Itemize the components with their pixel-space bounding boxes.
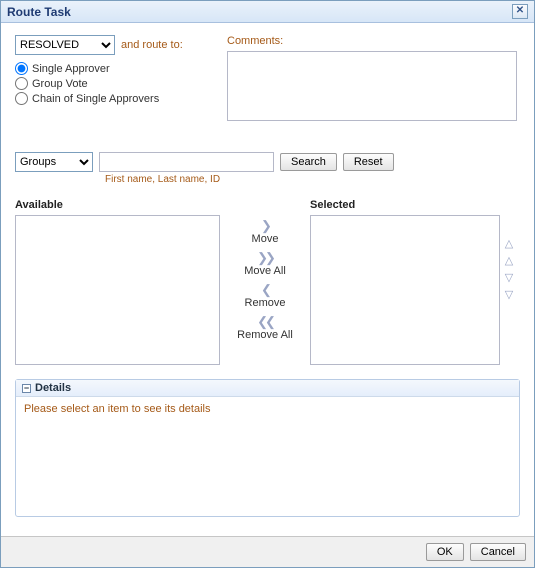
- search-button[interactable]: Search: [280, 153, 337, 171]
- radio-group-label: Group Vote: [32, 78, 88, 90]
- ok-button[interactable]: OK: [426, 543, 464, 561]
- reorder-bottom-icon[interactable]: ▽: [505, 290, 513, 301]
- radio-chain-input[interactable]: [15, 92, 28, 105]
- reset-button[interactable]: Reset: [343, 153, 394, 171]
- radio-single-input[interactable]: [15, 62, 28, 75]
- radio-group-input[interactable]: [15, 77, 28, 90]
- remove-button[interactable]: ❮ Remove: [220, 281, 310, 311]
- double-chevron-right-icon: ❯❯: [257, 251, 273, 264]
- dialog-body: RESOLVED and route to: Single Approver G…: [1, 23, 534, 536]
- remove-label: Remove: [245, 297, 286, 309]
- reorder-up-icon[interactable]: △: [505, 256, 513, 267]
- details-empty-text: Please select an item to see its details: [16, 397, 519, 421]
- chevron-right-icon: ❯: [261, 219, 269, 232]
- reorder-down-icon[interactable]: ▽: [505, 273, 513, 284]
- selected-label: Selected: [310, 199, 500, 211]
- selected-listbox[interactable]: [310, 215, 500, 365]
- move-label: Move: [252, 233, 279, 245]
- radio-single-approver[interactable]: Single Approver: [15, 61, 205, 76]
- name-hint: First name, Last name, ID: [105, 174, 520, 185]
- move-all-button[interactable]: ❯❯ Move All: [220, 249, 310, 279]
- move-all-label: Move All: [244, 265, 286, 277]
- reorder-top-icon[interactable]: △: [505, 239, 513, 250]
- details-panel: − Details Please select an item to see i…: [15, 379, 520, 517]
- collapse-icon[interactable]: −: [22, 384, 31, 393]
- double-chevron-left-icon: ❮❮: [257, 315, 273, 328]
- dialog-title: Route Task: [7, 5, 71, 19]
- chevron-left-icon: ❮: [261, 283, 269, 296]
- cancel-button[interactable]: Cancel: [470, 543, 526, 561]
- details-title: Details: [35, 382, 71, 394]
- remove-all-button[interactable]: ❮❮ Remove All: [220, 313, 310, 343]
- radio-group-vote[interactable]: Group Vote: [15, 76, 205, 91]
- comments-label: Comments:: [227, 35, 520, 47]
- search-input[interactable]: [99, 152, 274, 172]
- dialog-footer: OK Cancel: [1, 536, 534, 567]
- scope-select[interactable]: Groups: [15, 152, 93, 172]
- move-button[interactable]: ❯ Move: [220, 217, 310, 247]
- details-header: − Details: [16, 380, 519, 397]
- remove-all-label: Remove All: [237, 329, 293, 341]
- radio-chain[interactable]: Chain of Single Approvers: [15, 91, 205, 106]
- available-label: Available: [15, 199, 220, 211]
- titlebar: Route Task ✕: [1, 1, 534, 23]
- route-to-label: and route to:: [121, 39, 183, 51]
- radio-chain-label: Chain of Single Approvers: [32, 93, 159, 105]
- available-listbox[interactable]: [15, 215, 220, 365]
- radio-single-label: Single Approver: [32, 63, 110, 75]
- close-icon[interactable]: ✕: [512, 4, 528, 19]
- comments-textarea[interactable]: [227, 51, 517, 121]
- status-select[interactable]: RESOLVED: [15, 35, 115, 55]
- route-task-dialog: Route Task ✕ RESOLVED and route to: Sing…: [0, 0, 535, 568]
